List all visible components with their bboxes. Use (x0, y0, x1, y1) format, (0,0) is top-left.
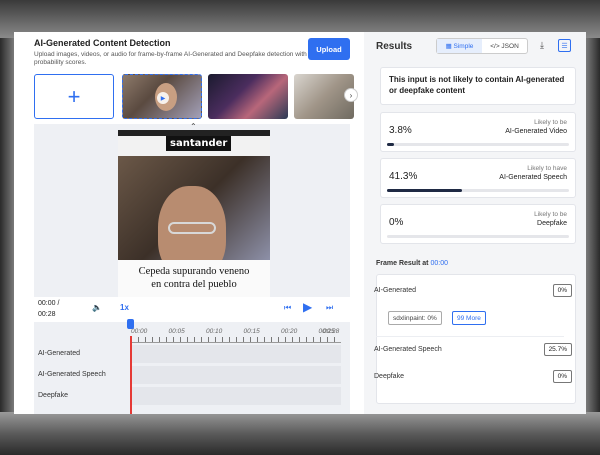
score-percent: 3.8% (389, 125, 412, 136)
frame-result-header: Frame Result at 00:00 (376, 260, 448, 267)
timeline-tick-label: 00:20 (281, 328, 298, 335)
speed-button[interactable]: 1x (120, 303, 129, 312)
score-bar (387, 143, 569, 146)
play-icon[interactable]: ▶ (303, 300, 312, 314)
track-label-ai-generated: AI-Generated (38, 350, 81, 357)
total-time: 00:28 (38, 311, 56, 318)
upload-button[interactable]: Upload (308, 38, 350, 60)
playhead-handle[interactable] (127, 319, 134, 329)
timeline-tick-label: 00:15 (243, 328, 260, 335)
volume-icon[interactable]: 🔈 (92, 303, 102, 312)
plus-icon: + (67, 83, 81, 109)
skip-back-icon[interactable]: ⏮ (284, 303, 291, 313)
score-card-deepfake: 0% Likely to be Deepfake (380, 204, 576, 244)
frame-row-label-deepfake: Deepfake (374, 373, 404, 380)
score-label-top: Likely to be (534, 211, 567, 218)
toggle-simple[interactable]: ▦ Simple (437, 39, 482, 53)
model-chip[interactable]: sdxlinpaint: 0% (388, 311, 442, 325)
score-bar (387, 235, 569, 238)
frame-result-label: Frame Result at (376, 260, 429, 267)
page-description: Upload images, videos, or audio for fram… (34, 51, 307, 66)
timeline-tick-label: 00:10 (206, 328, 223, 335)
background-right (586, 38, 600, 412)
frame-row-value-deepfake: 0% (552, 370, 572, 383)
playhead-line (130, 336, 132, 414)
track-deepfake[interactable] (131, 387, 341, 405)
timeline-tick-label: 00:28 (323, 328, 340, 335)
divider (376, 336, 564, 337)
toggle-json[interactable]: </> JSON (482, 39, 527, 53)
caption-line-1: Cepeda supurando veneno (138, 266, 250, 277)
track-ai-generated[interactable] (131, 345, 341, 363)
score-percent: 0% (389, 217, 404, 228)
more-models-button[interactable]: 99 More (452, 311, 486, 325)
video-glasses (168, 222, 216, 234)
frame-row-value-ai-speech: 25.7% (543, 343, 572, 356)
frame-row-value-ai-generated: 0% (552, 284, 572, 297)
verdict-card: This input is not likely to contain AI-g… (380, 67, 576, 105)
skip-forward-icon[interactable]: ⏭ (326, 303, 333, 313)
view-toggle: ▦ Simple </> JSON (436, 38, 528, 54)
score-label-top: Likely to have (527, 165, 567, 172)
add-media-tile[interactable]: + (34, 74, 114, 119)
media-thumbnail-selected[interactable]: ▶ (122, 74, 202, 119)
score-label-main: AI-Generated Video (505, 128, 567, 135)
score-label-main: Deepfake (537, 220, 567, 227)
chevron-right-icon[interactable]: › (344, 88, 358, 102)
grid-icon: ▦ (445, 43, 454, 50)
filter-icon[interactable]: ☰ (558, 39, 571, 52)
page-title: AI-Generated Content Detection (34, 38, 171, 48)
frame-row-label-ai-generated: AI-Generated (374, 287, 417, 294)
video-brand-text: santander (166, 136, 232, 151)
score-bar-fill (387, 143, 394, 146)
media-thumbnail[interactable] (208, 74, 288, 119)
frame-row-label-ai-speech: AI-Generated Speech (374, 346, 442, 353)
score-card-ai-video: 3.8% Likely to be AI-Generated Video (380, 112, 576, 152)
background-bottom (0, 412, 600, 455)
score-label-main: AI-Generated Speech (499, 174, 567, 181)
left-panel: AI-Generated Content Detection Upload im… (14, 32, 364, 414)
results-title: Results (376, 41, 413, 52)
timeline-ruler[interactable] (131, 337, 341, 343)
score-label-top: Likely to be (534, 119, 567, 126)
download-icon[interactable]: ⤓ (540, 40, 544, 51)
video-caption: Cepeda supurando veneno en contra del pu… (118, 260, 270, 298)
video-background (118, 156, 270, 278)
app-window: AI-Generated Content Detection Upload im… (14, 32, 586, 414)
track-label-ai-speech: AI-Generated Speech (38, 371, 106, 378)
play-icon: ▶ (157, 92, 169, 104)
score-percent: 41.3% (389, 171, 418, 182)
caption-line-2: en contra del pueblo (151, 279, 237, 290)
video-frame[interactable]: santander Cepeda supurando veneno en con… (118, 130, 270, 298)
frame-result-time[interactable]: 00:00 (430, 260, 448, 267)
background-left (0, 38, 14, 412)
track-ai-speech[interactable] (131, 366, 341, 384)
score-card-ai-speech: 41.3% Likely to have AI-Generated Speech (380, 158, 576, 198)
timeline-tick-label: 00:00 (131, 328, 148, 335)
score-bar-fill (387, 189, 463, 192)
score-bar (387, 189, 569, 192)
timeline-tick-label: 00:05 (168, 328, 185, 335)
toggle-simple-label: Simple (453, 42, 474, 50)
track-label-deepfake: Deepfake (38, 392, 68, 399)
results-panel: Results ▦ Simple </> JSON ⤓ ☰ This input… (364, 32, 586, 414)
current-time: 00:00 / (38, 300, 60, 307)
